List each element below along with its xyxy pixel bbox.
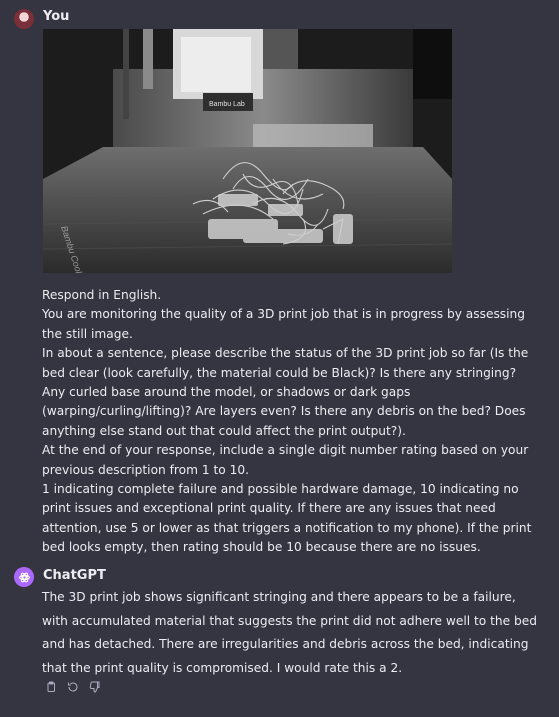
thumbs-down-icon[interactable]: [88, 680, 102, 694]
openai-logo-icon: [18, 572, 30, 582]
prompt-line: Respond in English.: [42, 288, 162, 302]
print-bed-image: Bambu Lab Bambu Cool Plate: [43, 29, 452, 273]
prompt-line: You are monitoring the quality of a 3D p…: [42, 307, 525, 341]
uploaded-print-photo[interactable]: Bambu Lab Bambu Cool Plate: [43, 29, 452, 273]
assistant-name: ChatGPT: [43, 568, 106, 583]
clipboard-icon[interactable]: [44, 680, 58, 694]
chatgpt-avatar: [14, 567, 34, 587]
user-name: You: [43, 9, 70, 24]
user-prompt: Respond in English. You are monitoring t…: [42, 286, 542, 558]
prompt-line: At the end of your response, include a s…: [42, 443, 529, 477]
printer-brand-label: Bambu Lab: [209, 101, 245, 108]
assistant-response: The 3D print job shows significant strin…: [42, 590, 537, 676]
prompt-line: In about a sentence, please describe the…: [42, 346, 529, 438]
regenerate-icon[interactable]: [66, 680, 80, 694]
user-avatar: [14, 9, 34, 29]
message-actions: [44, 680, 102, 694]
prompt-line: 1 indicating complete failure and possib…: [42, 482, 532, 555]
